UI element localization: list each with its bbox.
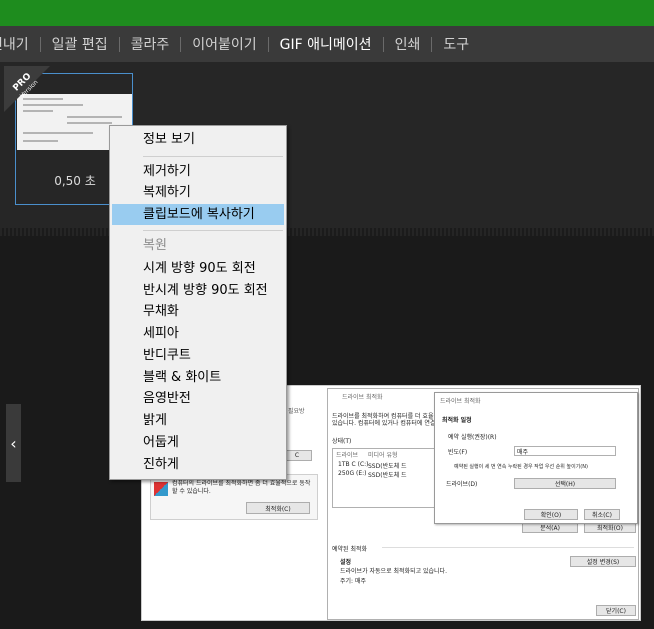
context-menu: 정보 보기제거하기 복제하기 클립보드에 복사하기복원시계 방향 90도 회전 반시계…: [109, 125, 287, 480]
menu-item-2[interactable]: 콜라주: [120, 34, 181, 54]
context-menu-separator: [143, 230, 283, 231]
context-menu-item-10[interactable]: 블랙 & 화이트: [110, 367, 286, 388]
context-menu-item-1[interactable]: 제거하기: [110, 161, 286, 182]
context-menu-item-3[interactable]: 클립보드에 복사하기: [112, 204, 284, 225]
context-menu-item-13[interactable]: 어둡게: [110, 432, 286, 453]
preview-mid-title: 드라이브 최적화: [342, 394, 383, 401]
context-menu-item-12[interactable]: 밝게: [110, 410, 286, 431]
context-menu-item-2[interactable]: 복제하기: [110, 182, 286, 203]
menu-item-6[interactable]: 도구: [432, 34, 480, 54]
preview-left-desc: 컴퓨터의 드라이브를 최적화하면 좀 더 효율적으로 동작할 수 있습니다.: [172, 480, 311, 495]
menu-item-4[interactable]: GIF 애니메이션: [269, 34, 383, 54]
chevron-left-icon: ‹: [10, 433, 17, 453]
menu-item-5[interactable]: 인쇄: [384, 34, 432, 54]
pro-version-badge: PRO Version: [4, 66, 50, 112]
context-menu-item-11[interactable]: 음영반전: [110, 388, 286, 409]
top-accent-bar: [0, 0, 654, 26]
menu-item-0[interactable]: 견내기: [0, 34, 40, 54]
main-menu-bar: 견내기일괄 편집콜라주이어붙이기GIF 애니메이션인쇄도구: [0, 26, 654, 62]
context-menu-item-14[interactable]: 진하게: [110, 454, 286, 475]
defrag-icon: [154, 482, 168, 496]
context-menu-item-0[interactable]: 정보 보기: [110, 129, 286, 150]
context-menu-item-5[interactable]: 시계 방향 90도 회전: [110, 258, 286, 279]
strip-divider: [0, 228, 654, 236]
context-menu-item-4: 복원: [143, 238, 167, 253]
menu-item-1[interactable]: 일괄 편집: [41, 34, 119, 54]
context-menu-item-9[interactable]: 반디쿠트: [110, 345, 286, 366]
preview-left-title: 필요방: [288, 408, 305, 415]
context-menu-separator: [143, 156, 283, 157]
previous-frame-button[interactable]: ‹: [6, 404, 21, 482]
preview-left-button-2: 최적화(C): [246, 502, 310, 514]
context-menu-item-8[interactable]: 세피아: [110, 323, 286, 344]
menu-item-3[interactable]: 이어붙이기: [181, 34, 267, 54]
context-menu-item-7[interactable]: 무채화: [110, 301, 286, 322]
context-menu-item-6[interactable]: 반시계 방향 90도 회전: [110, 280, 286, 301]
